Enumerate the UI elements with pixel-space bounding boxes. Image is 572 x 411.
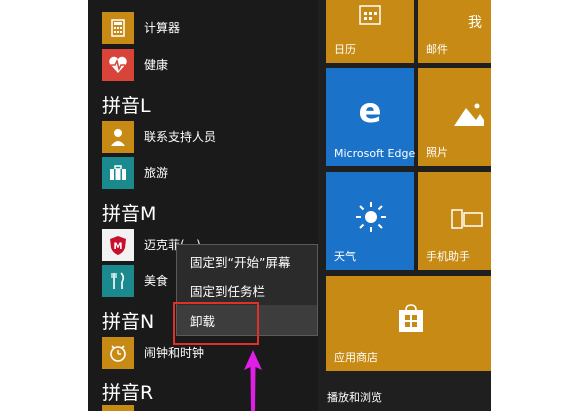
tile-label: 天气 [334, 250, 356, 263]
section-header-m[interactable]: 拼音M [102, 199, 156, 226]
tile-label: 应用商店 [334, 351, 378, 364]
suitcase-icon [102, 157, 134, 189]
person-icon [102, 121, 134, 153]
arrow-up-icon [244, 350, 262, 411]
calculator-icon [102, 12, 134, 44]
app-label: 美食 [144, 274, 169, 288]
tiles-area: 日历 我 邮件 e Microsoft Edge 照片 天气 手机助手 应用商店… [318, 0, 491, 411]
app-list: 计算器 健康 拼音L 联系支持人员 旅游 拼音M M 迈克菲(...) 美食 拼… [88, 0, 318, 411]
heart-icon [102, 49, 134, 81]
tile-label: 手机助手 [426, 250, 470, 263]
section-header-l[interactable]: 拼音L [102, 91, 151, 118]
app-item-calculator[interactable]: 计算器 [102, 12, 302, 44]
tile-label: Microsoft Edge [334, 147, 416, 160]
section-header-n[interactable]: 拼音N [102, 307, 154, 334]
menu-item-pin-to-taskbar[interactable]: 固定到任务栏 [177, 275, 317, 305]
phone-companion-icon [451, 209, 483, 229]
tile-calendar[interactable]: 日历 [326, 0, 414, 63]
calendar-icon [359, 5, 381, 25]
app-item-contact-support[interactable]: 联系支持人员 [102, 121, 302, 153]
app-label: 联系支持人员 [144, 130, 217, 144]
tile-edge[interactable]: e Microsoft Edge [326, 68, 416, 166]
app-item-travel[interactable]: 旅游 [102, 157, 302, 189]
shopping-bag-icon [399, 304, 423, 332]
tile-store[interactable]: 应用商店 [326, 276, 491, 371]
tile-group-label[interactable]: 播放和浏览 [327, 389, 382, 405]
app-label: 计算器 [144, 21, 181, 35]
start-menu: 计算器 健康 拼音L 联系支持人员 旅游 拼音M M 迈克菲(...) 美食 拼… [88, 0, 491, 411]
mountains-icon [454, 103, 484, 126]
highlight-box [173, 302, 259, 345]
app-label: 健康 [144, 58, 169, 72]
shield-icon: M [102, 229, 134, 261]
app-label: 旅游 [144, 166, 169, 180]
sun-icon [356, 202, 386, 232]
app-label: 闹钟和时钟 [144, 346, 205, 360]
alarm-clock-icon [102, 337, 134, 369]
tile-partial-text: 我 [468, 15, 482, 31]
tile-weather[interactable]: 天气 [326, 172, 414, 270]
tile-label: 照片 [426, 146, 448, 159]
app-icon-partial [102, 405, 134, 411]
tile-photos[interactable]: 照片 [418, 68, 491, 166]
tile-label: 邮件 [426, 43, 448, 56]
section-header-r[interactable]: 拼音R [102, 378, 153, 405]
svg-text:e: e [358, 94, 381, 126]
tile-mail[interactable]: 我 邮件 [418, 0, 491, 63]
tile-label: 日历 [334, 43, 356, 56]
tile-phone-companion[interactable]: 手机助手 [418, 172, 491, 270]
menu-item-label: 固定到“开始”屏幕 [190, 255, 291, 270]
svg-text:M: M [114, 242, 123, 252]
menu-item-label: 固定到任务栏 [190, 284, 266, 299]
edge-icon: e [358, 94, 381, 126]
fork-knife-icon [102, 265, 134, 297]
app-item-health[interactable]: 健康 [102, 49, 302, 81]
menu-item-pin-to-start[interactable]: 固定到“开始”屏幕 [177, 246, 317, 276]
